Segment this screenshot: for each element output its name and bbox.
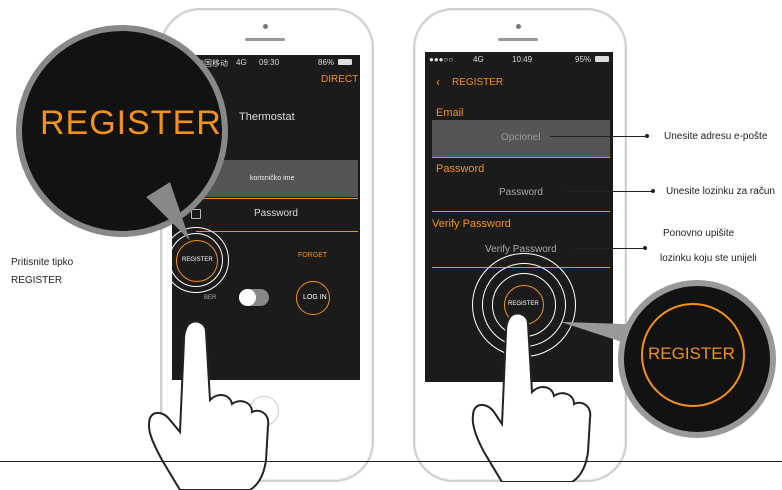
app-title: Thermostat: [239, 111, 295, 123]
annotation-press-register-2: REGISTER: [11, 275, 63, 286]
network-text: 4G: [473, 55, 484, 64]
verify-label: Verify Password: [432, 218, 511, 230]
password-label: Password: [436, 163, 485, 175]
remember-toggle[interactable]: [239, 289, 269, 306]
bottom-divider: [0, 461, 782, 462]
annotation-password: Unesite lozinku za račun: [666, 186, 775, 197]
battery-icon: [338, 59, 352, 65]
callout-line-password: [567, 191, 653, 192]
speaker-dot: [516, 24, 521, 29]
callout-dot: [643, 246, 647, 250]
email-label: Email: [436, 107, 464, 119]
magnifier-right-text: REGISTER: [648, 344, 735, 363]
toggle-knob: [239, 289, 256, 306]
clock-text: 10:49: [512, 55, 533, 64]
username-underline: [196, 198, 358, 199]
speaker-dot: [263, 24, 268, 29]
email-field[interactable]: Opcionel: [432, 120, 610, 157]
network-text: 4G: [236, 58, 247, 67]
battery-text: 86%: [318, 58, 335, 67]
annotation-email: Unesite adresu e-pošte: [664, 131, 768, 142]
forget-link[interactable]: FORGET: [298, 252, 327, 259]
earpiece: [245, 38, 285, 41]
callout-line-verify: [575, 248, 643, 249]
status-bar: ●●●○○ 4G 10:49 95%: [425, 52, 613, 66]
clock-text: 09:30: [259, 58, 280, 67]
email-placeholder: Opcionel: [501, 132, 541, 143]
annotation-press-register-1: Pritisnite tipko: [11, 257, 74, 268]
direct-link[interactable]: DIRECT: [321, 74, 358, 85]
hand-right: [471, 312, 592, 482]
annotation-verify-2: lozinku koju ste unijeli: [660, 253, 757, 264]
hand-left: [148, 320, 270, 490]
earpiece: [498, 38, 538, 41]
password-underline: [196, 231, 358, 232]
login-button[interactable]: LOG IN: [296, 281, 330, 315]
email-underline: [432, 157, 610, 158]
username-placeholder: korisničko ime: [250, 175, 295, 182]
login-label: LOG IN: [303, 294, 327, 301]
callout-dot: [645, 134, 649, 138]
battery-icon: [595, 56, 609, 62]
password-field[interactable]: Password: [254, 208, 298, 219]
callout-dot: [651, 189, 655, 193]
battery-text: 95%: [575, 55, 592, 64]
header-title: REGISTER: [452, 77, 504, 88]
magnifier-left-text: REGISTER: [40, 104, 222, 142]
callout-line-email: [550, 136, 645, 137]
back-chevron-icon[interactable]: ‹: [436, 75, 440, 89]
password-underline: [432, 211, 610, 212]
annotation-verify-1: Ponovno upišite: [663, 228, 735, 239]
remember-label: BER: [204, 295, 217, 301]
signal-dots: ●●●○○: [429, 55, 454, 64]
password-field[interactable]: Password: [499, 187, 543, 198]
